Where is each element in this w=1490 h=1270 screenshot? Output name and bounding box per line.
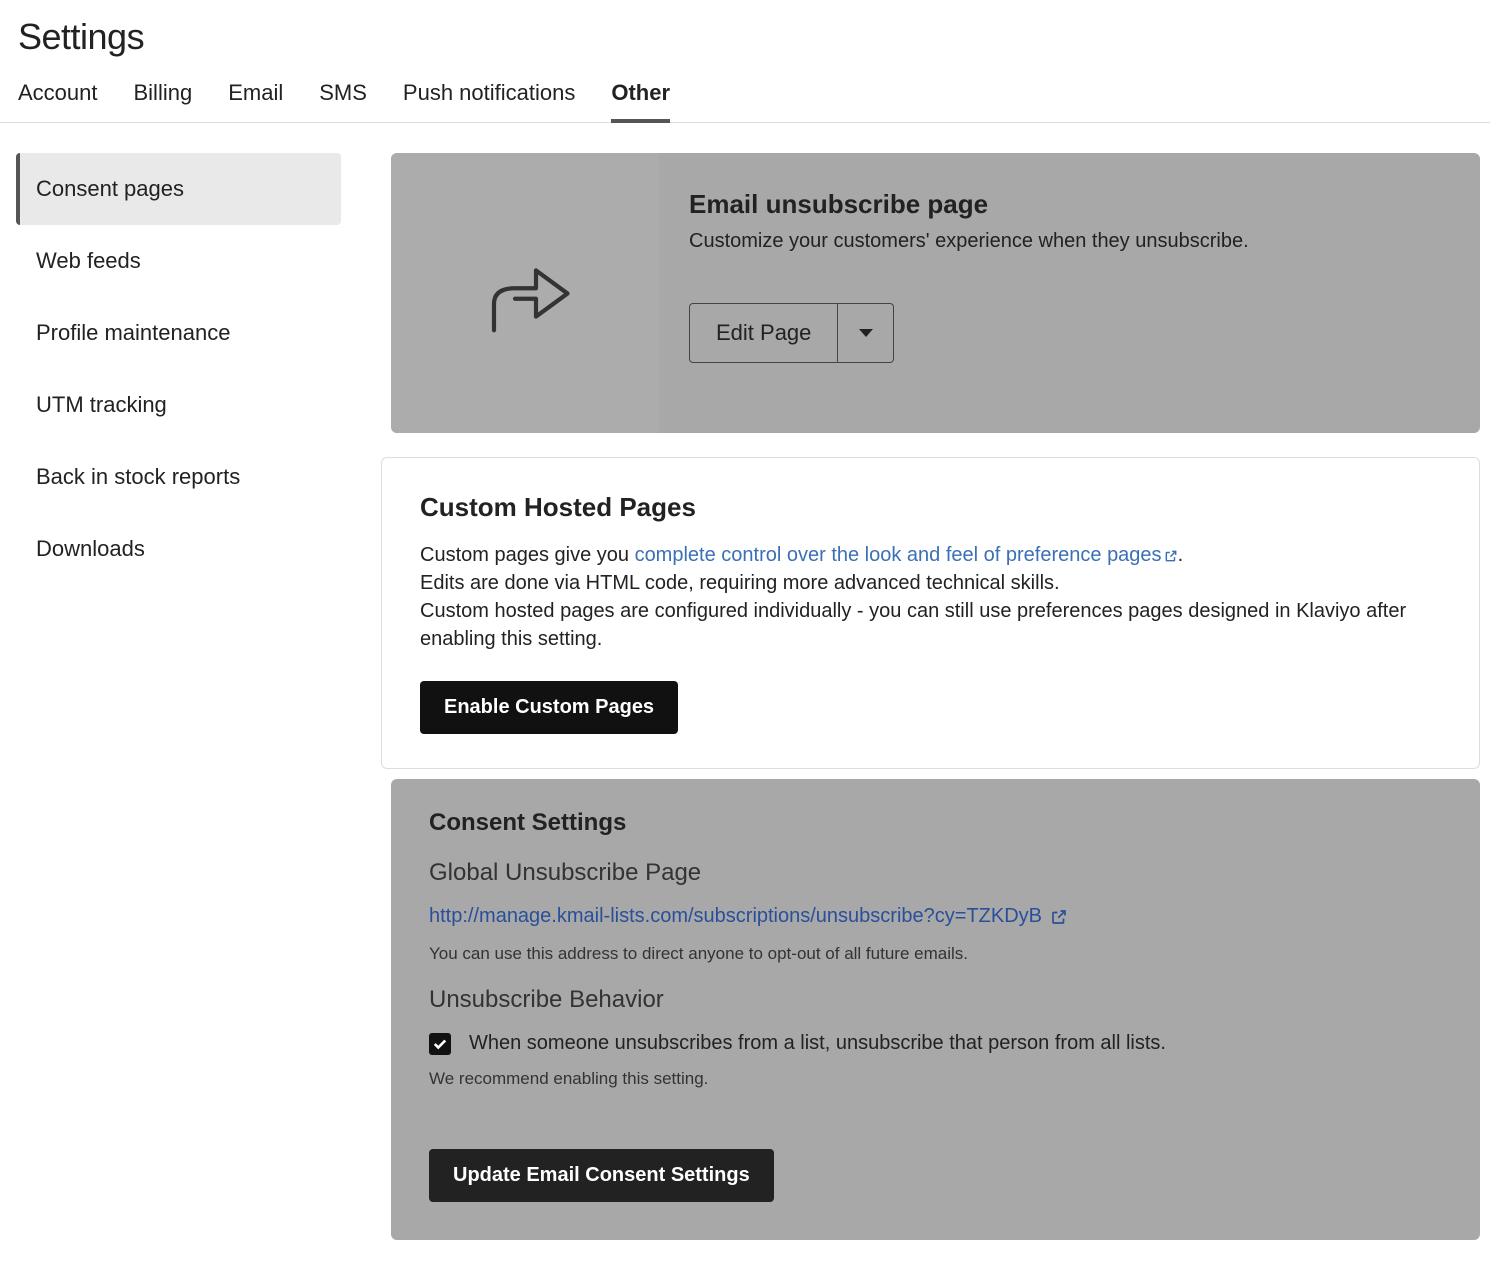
global-unsubscribe-heading: Global Unsubscribe Page [429, 859, 1442, 887]
tab-account[interactable]: Account [18, 80, 98, 122]
external-link-icon [1164, 549, 1178, 563]
custom-hosted-title: Custom Hosted Pages [420, 492, 1441, 523]
sidebar-item-web-feeds[interactable]: Web feeds [16, 225, 341, 297]
page-title: Settings [18, 16, 1472, 58]
tab-email[interactable]: Email [228, 80, 283, 122]
check-icon [433, 1038, 447, 1050]
custom-hosted-pages-card: Custom Hosted Pages Custom pages give yo… [381, 457, 1480, 769]
tab-billing[interactable]: Billing [134, 80, 193, 122]
unsubscribe-all-lists-checkbox[interactable] [429, 1033, 451, 1055]
email-unsubscribe-card: Email unsubscribe page Customize your cu… [391, 153, 1480, 433]
custom-hosted-line1: Custom pages give you complete control o… [420, 541, 1441, 569]
unsubscribe-behavior-heading: Unsubscribe Behavior [429, 986, 1442, 1014]
unsubscribe-all-lists-row: When someone unsubscribes from a list, u… [429, 1032, 1442, 1055]
settings-tabs: Account Billing Email SMS Push notificat… [0, 58, 1490, 123]
recommend-text: We recommend enabling this setting. [429, 1069, 1442, 1089]
custom-hosted-line3: Custom hosted pages are configured indiv… [420, 597, 1441, 653]
unsubscribe-all-lists-label: When someone unsubscribes from a list, u… [469, 1032, 1166, 1055]
sidebar-item-utm-tracking[interactable]: UTM tracking [16, 369, 341, 441]
tab-other[interactable]: Other [611, 80, 670, 122]
custom-hosted-afterlink: . [1178, 544, 1184, 566]
consent-settings-card: Consent Settings Global Unsubscribe Page… [391, 779, 1480, 1240]
sidebar-item-downloads[interactable]: Downloads [16, 513, 341, 585]
tab-sms[interactable]: SMS [319, 80, 367, 122]
sidebar-item-back-in-stock-reports[interactable]: Back in stock reports [16, 441, 341, 513]
sidebar-item-consent-pages[interactable]: Consent pages [16, 153, 341, 225]
settings-sidebar: Consent pages Web feeds Profile maintena… [6, 153, 341, 1270]
share-arrow-icon [473, 241, 578, 346]
sidebar-item-profile-maintenance[interactable]: Profile maintenance [16, 297, 341, 369]
tab-push-notifications[interactable]: Push notifications [403, 80, 575, 122]
edit-page-split-button: Edit Page [689, 303, 894, 363]
global-unsubscribe-help: You can use this address to direct anyon… [429, 944, 1442, 964]
enable-custom-pages-button[interactable]: Enable Custom Pages [420, 681, 678, 734]
consent-settings-title: Consent Settings [429, 809, 1442, 837]
complete-control-link[interactable]: complete control over the look and feel … [635, 544, 1178, 566]
unsubscribe-card-title: Email unsubscribe page [689, 189, 1450, 220]
edit-page-dropdown[interactable] [838, 303, 894, 363]
chevron-down-icon [858, 327, 874, 339]
custom-hosted-lead: Custom pages give you [420, 544, 635, 566]
unsubscribe-card-subtitle: Customize your customers' experience whe… [689, 230, 1450, 253]
global-unsubscribe-url[interactable]: http://manage.kmail-lists.com/subscripti… [429, 905, 1068, 928]
external-link-icon [1050, 908, 1068, 926]
share-icon-panel [391, 153, 659, 433]
edit-page-button[interactable]: Edit Page [689, 303, 838, 363]
custom-hosted-line2: Edits are done via HTML code, requiring … [420, 569, 1441, 597]
update-email-consent-button[interactable]: Update Email Consent Settings [429, 1149, 774, 1202]
